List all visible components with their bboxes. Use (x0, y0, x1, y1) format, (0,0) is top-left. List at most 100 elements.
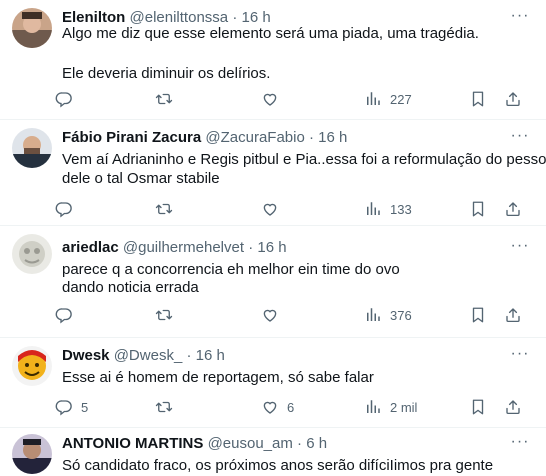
avatar-photo (12, 346, 52, 386)
like-button[interactable] (261, 198, 287, 220)
avatar-photo (12, 128, 52, 168)
more-icon[interactable]: ··· (508, 344, 532, 364)
tweet-header: Fábio Pirani Zacura @ZacuraFabio · 16 h (62, 128, 347, 148)
like-button[interactable] (261, 88, 287, 110)
views-button[interactable]: 133 (364, 198, 412, 220)
bookmark-button[interactable] (469, 396, 487, 418)
views-icon (364, 398, 382, 416)
like-icon (261, 200, 279, 218)
tweet-text-line: parece q a concorrencia eh melhor ein ti… (62, 261, 400, 278)
display-name[interactable]: Dwesk (62, 347, 110, 364)
more-icon[interactable]: ··· (508, 6, 532, 26)
views-count: 227 (390, 91, 412, 107)
views-icon (364, 306, 382, 324)
views-count: 133 (390, 201, 412, 217)
like-icon (261, 398, 279, 416)
share-icon (504, 398, 522, 416)
separator-dot: · (186, 347, 192, 364)
reply-count: 5 (81, 399, 89, 415)
display-name[interactable]: ANTONIO MARTINS (62, 435, 203, 452)
tweet[interactable]: Fábio Pirani Zacura @ZacuraFabio · 16 h … (0, 120, 546, 226)
share-icon (504, 90, 522, 108)
timestamp[interactable]: 6 h (306, 435, 327, 452)
tweet-text-line: Esse ai é homem de reportagem, só sabe f… (62, 369, 374, 386)
tweet-header: ANTONIO MARTINS @eusou_am · 6 h (62, 434, 327, 454)
share-button[interactable] (504, 88, 522, 110)
timestamp[interactable]: 16 h (318, 129, 347, 146)
tweet[interactable]: Elenilton @elenilttonssa · 16 h ··· Algo… (0, 0, 546, 120)
retweet-icon (155, 90, 173, 108)
avatar-photo (12, 434, 52, 474)
share-icon (504, 306, 522, 324)
more-icon[interactable]: ··· (508, 236, 532, 256)
reply-icon (55, 90, 73, 108)
like-button[interactable] (261, 304, 287, 326)
views-button[interactable]: 376 (364, 304, 412, 326)
share-button[interactable] (504, 304, 522, 326)
reply-button[interactable] (55, 88, 81, 110)
reply-icon (55, 398, 73, 416)
avatar[interactable] (12, 434, 52, 474)
bookmark-icon (469, 398, 487, 416)
action-bar: 133 (55, 198, 535, 220)
views-button[interactable]: 2 mil (364, 396, 417, 418)
tweet-header: ariedlac @guilhermehelvet · 16 h (62, 238, 287, 258)
avatar[interactable] (12, 234, 52, 274)
more-icon[interactable]: ··· (508, 126, 532, 146)
avatar[interactable] (12, 346, 52, 386)
handle[interactable]: @eusou_am (208, 435, 293, 452)
action-bar: 376 (55, 304, 535, 326)
avatar-photo (12, 8, 52, 48)
reply-icon (55, 200, 73, 218)
views-icon (364, 200, 382, 218)
tweet[interactable]: Dwesk @Dwesk_ · 16 h ··· Esse ai é homem… (0, 338, 546, 428)
retweet-button[interactable] (155, 396, 181, 418)
like-button[interactable]: 6 (261, 396, 294, 418)
timestamp[interactable]: 16 h (196, 347, 225, 364)
views-count: 376 (390, 307, 412, 323)
tweet-text-line: Algo me diz que esse elemento será uma p… (62, 25, 479, 42)
tweet-text-line: Só candidato fraco, os próximos anos ser… (62, 457, 494, 474)
reply-button[interactable] (55, 304, 81, 326)
handle[interactable]: @ZacuraFabio (205, 129, 304, 146)
views-count: 2 mil (390, 399, 418, 415)
separator-dot: · (309, 129, 314, 146)
bookmark-button[interactable] (469, 198, 487, 220)
more-icon[interactable]: ··· (508, 432, 532, 452)
handle[interactable]: @Dwesk_ (114, 347, 183, 364)
share-icon (504, 200, 522, 218)
tweet-header: Dwesk @Dwesk_ · 16 h (62, 346, 225, 366)
avatar[interactable] (12, 128, 52, 168)
reply-button[interactable]: 5 (55, 396, 88, 418)
share-button[interactable] (504, 396, 522, 418)
tweet[interactable]: ANTONIO MARTINS @eusou_am · 6 h ··· Só c… (0, 428, 546, 476)
retweet-button[interactable] (155, 88, 181, 110)
share-button[interactable] (504, 198, 522, 220)
like-icon (261, 90, 279, 108)
action-bar: 227 (55, 88, 535, 110)
separator-dot: · (248, 239, 254, 256)
retweet-icon (155, 200, 173, 218)
handle[interactable]: @guilhermehelvet (123, 239, 244, 256)
avatar-photo (12, 234, 52, 274)
action-bar: 5 6 2 mil (55, 396, 535, 418)
bookmark-button[interactable] (469, 304, 487, 326)
tweet-text-line: Vem aí Adrianinho e Regis pitbul e Pia..… (62, 151, 546, 168)
reply-button[interactable] (55, 198, 81, 220)
bookmark-icon (469, 200, 487, 218)
display-name[interactable]: Fábio Pirani Zacura (62, 129, 201, 146)
views-button[interactable]: 227 (364, 88, 412, 110)
timestamp[interactable]: 16 h (257, 239, 286, 256)
separator-dot: · (297, 435, 303, 452)
retweet-button[interactable] (155, 198, 181, 220)
avatar[interactable] (12, 8, 52, 48)
retweet-icon (155, 398, 173, 416)
tweet-text-line: dele o tal Osmar stabile (62, 170, 220, 187)
bookmark-button[interactable] (469, 88, 487, 110)
display-name[interactable]: ariedlac (62, 239, 119, 256)
like-icon (261, 306, 279, 324)
views-icon (364, 90, 382, 108)
retweet-button[interactable] (155, 304, 181, 326)
tweet[interactable]: ariedlac @guilhermehelvet · 16 h ··· par… (0, 226, 546, 338)
reply-icon (55, 306, 73, 324)
